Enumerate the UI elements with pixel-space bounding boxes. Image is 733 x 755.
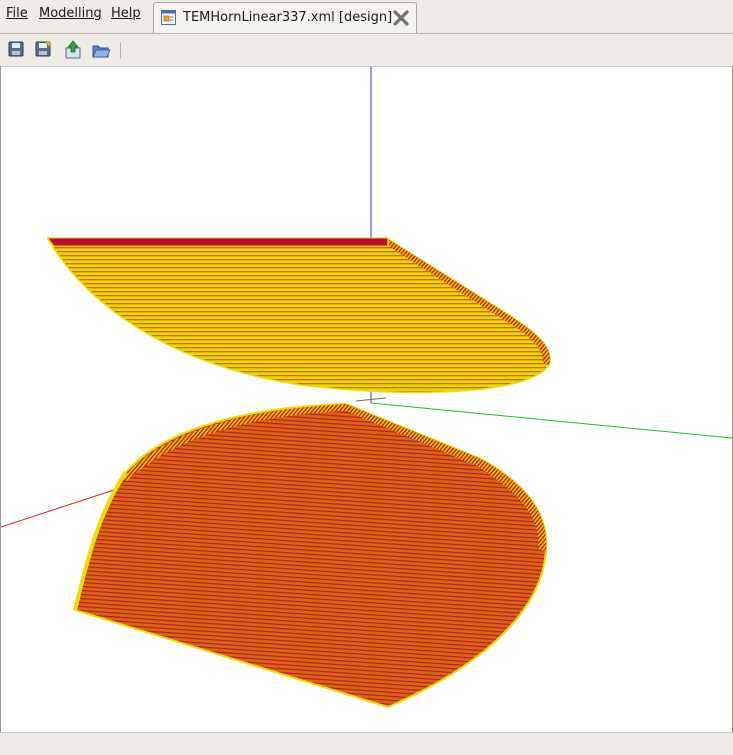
toolbar <box>0 34 733 65</box>
status-bar <box>0 732 733 755</box>
lower-horn-plate <box>73 402 548 709</box>
menu-bar: File Modelling Help TEMHornLinear337.xml… <box>0 0 733 33</box>
save-as-icon[interactable] <box>34 40 54 60</box>
open-icon[interactable] <box>91 40 111 60</box>
tab-label: TEMHornLinear337.xml [design] <box>183 10 393 25</box>
export-icon[interactable] <box>63 40 83 60</box>
menu-help[interactable]: Help <box>111 6 141 21</box>
document-design-icon <box>161 10 176 25</box>
y-axis <box>370 402 732 439</box>
upper-horn-plate <box>46 237 551 394</box>
3d-viewport[interactable] <box>1 66 732 732</box>
tab-design-document[interactable]: TEMHornLinear337.xml [design] <box>153 2 417 33</box>
toolbar-separator <box>120 42 121 59</box>
menu-modelling[interactable]: Modelling <box>39 6 102 21</box>
horn-model-view <box>1 67 732 709</box>
save-icon[interactable] <box>7 40 27 60</box>
close-icon[interactable] <box>392 9 410 27</box>
menu-file[interactable]: File <box>6 6 28 21</box>
